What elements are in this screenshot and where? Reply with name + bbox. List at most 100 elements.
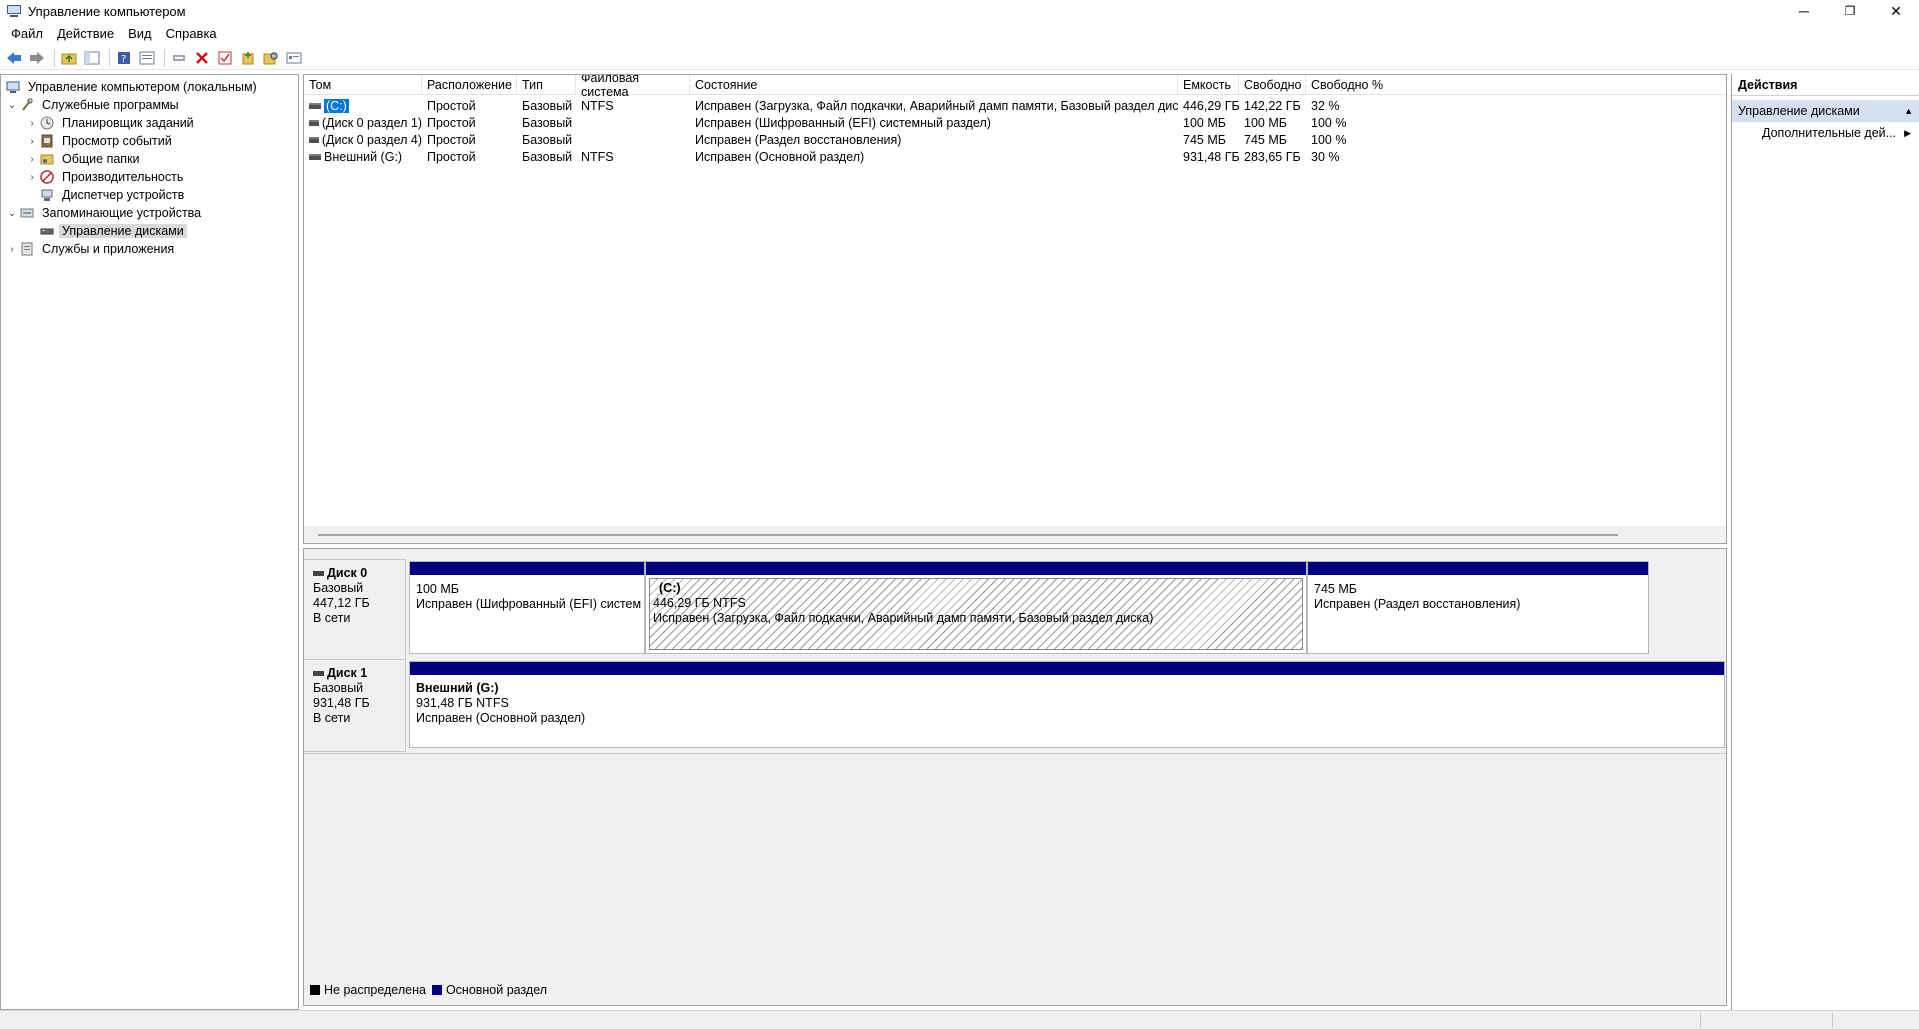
partition-size: 100 МБ bbox=[416, 582, 459, 596]
cell-type: Базовый bbox=[522, 132, 573, 147]
chevron-right-icon[interactable]: › bbox=[25, 172, 39, 183]
minimize-button[interactable]: ─ bbox=[1781, 0, 1827, 22]
tree-item-storage[interactable]: ⌄ Запоминающие устройства bbox=[5, 204, 204, 222]
partition-bar-primary bbox=[410, 662, 1724, 675]
tree-label: Диспетчер устройств bbox=[62, 188, 185, 202]
chevron-down-icon[interactable]: ⌄ bbox=[5, 100, 19, 111]
actions-section-disk-management[interactable]: Управление дисками ▲ bbox=[1732, 100, 1919, 122]
disk-size: 447,12 ГБ bbox=[313, 596, 370, 610]
tree-item-device-manager[interactable]: Диспетчер устройств bbox=[39, 186, 187, 204]
partition-status: Исправен (Раздел восстановления) bbox=[1314, 597, 1521, 611]
table-row[interactable]: (Диск 0 раздел 1) Простой Базовый Исправ… bbox=[304, 114, 1726, 131]
column-header-filesystem[interactable]: Файловая система bbox=[576, 75, 690, 99]
volume-icon bbox=[309, 136, 319, 143]
partition-recovery[interactable]: 745 МБ Исправен (Раздел восстановления) bbox=[1307, 561, 1649, 654]
navigation-tree: Управление компьютером (локальным) ⌄ Слу… bbox=[0, 74, 299, 1010]
partition-body: 100 МБ Исправен (Шифрованный (EFI) систе… bbox=[413, 578, 641, 650]
cell-volume: Внешний (G:) bbox=[304, 148, 422, 165]
close-button[interactable]: ✕ bbox=[1873, 0, 1919, 22]
tree-label: Общие папки bbox=[62, 152, 140, 166]
tree-item-system-tools[interactable]: ⌄ Служебные программы bbox=[5, 96, 182, 114]
back-arrow-icon[interactable] bbox=[4, 48, 24, 68]
chevron-right-icon[interactable]: › bbox=[25, 154, 39, 165]
column-header-type[interactable]: Тип bbox=[517, 75, 576, 95]
cell-filesystem bbox=[576, 131, 690, 148]
column-header-free[interactable]: Свободно bbox=[1239, 75, 1306, 95]
actions-section-label: Управление дисками bbox=[1738, 104, 1860, 118]
forward-arrow-icon[interactable] bbox=[27, 48, 47, 68]
menu-action[interactable]: Действие bbox=[50, 24, 121, 43]
show-hide-tree-icon[interactable] bbox=[82, 48, 102, 68]
tree-label: Служебные программы bbox=[42, 98, 179, 112]
tree-item-task-scheduler[interactable]: › Планировщик заданий bbox=[25, 114, 197, 132]
menu-help[interactable]: Справка bbox=[159, 24, 224, 43]
table-row[interactable]: Внешний (G:) Простой Базовый NTFS Исправ… bbox=[304, 148, 1726, 165]
table-row[interactable]: (Диск 0 раздел 4) Простой Базовый Исправ… bbox=[304, 131, 1726, 148]
table-row[interactable]: (C:) Простой Базовый NTFS Исправен (Загр… bbox=[304, 97, 1726, 114]
tree-label: Производительность bbox=[62, 170, 184, 184]
chevron-right-icon[interactable]: › bbox=[5, 244, 19, 255]
partition-body-selected: (C:) 446,29 ГБ NTFS Исправен (Загрузка, … bbox=[649, 578, 1303, 650]
cell-free: 142,22 ГБ bbox=[1244, 98, 1301, 113]
column-header-status[interactable]: Состояние bbox=[690, 75, 1178, 95]
chevron-right-icon[interactable]: › bbox=[25, 136, 39, 147]
status-segment bbox=[1700, 1013, 1701, 1028]
event-log-icon bbox=[39, 133, 55, 149]
search-icon[interactable] bbox=[261, 48, 281, 68]
partition-status: Исправен (Шифрованный (EFI) системн bbox=[416, 597, 641, 611]
tree-item-performance[interactable]: › Производительность bbox=[25, 168, 186, 186]
partition-c[interactable]: (C:) 446,29 ГБ NTFS Исправен (Загрузка, … bbox=[645, 561, 1307, 654]
column-header-volume[interactable]: Том bbox=[304, 75, 422, 95]
new-icon[interactable] bbox=[238, 48, 258, 68]
help-icon[interactable]: ? bbox=[114, 48, 134, 68]
actions-more-label: Дополнительные дей... bbox=[1762, 126, 1897, 140]
cell-volume: (C:) bbox=[304, 97, 422, 114]
column-header-free-percent[interactable]: Свободно % bbox=[1306, 75, 1386, 95]
properties-icon[interactable] bbox=[137, 48, 157, 68]
cell-filesystem: NTFS bbox=[581, 149, 614, 164]
delete-icon[interactable] bbox=[192, 48, 212, 68]
maximize-button[interactable]: ❐ bbox=[1827, 0, 1873, 22]
tree-item-root[interactable]: Управление компьютером (локальным) bbox=[5, 78, 260, 96]
volume-icon bbox=[309, 153, 321, 160]
disk-state: В сети bbox=[313, 711, 351, 725]
cell-layout: Простой bbox=[427, 132, 476, 147]
partition-bar-primary bbox=[1308, 562, 1648, 575]
actions-more[interactable]: Дополнительные дей... ▶ bbox=[1732, 122, 1919, 144]
partition-g[interactable]: Внешний (G:) 931,48 ГБ NTFS Исправен (Ос… bbox=[409, 661, 1725, 748]
disk-1-label[interactable]: Диск 1 Базовый 931,48 ГБ В сети bbox=[304, 659, 406, 752]
cell-free-percent: 32 % bbox=[1311, 98, 1340, 113]
disk-name-text: Диск 1 bbox=[327, 666, 368, 680]
menu-file[interactable]: Файл bbox=[4, 24, 50, 43]
chevron-down-icon[interactable]: ⌄ bbox=[5, 208, 19, 219]
clock-icon bbox=[39, 115, 55, 131]
up-folder-icon[interactable] bbox=[59, 48, 79, 68]
menu-view[interactable]: Вид bbox=[121, 24, 159, 43]
partition-efi[interactable]: 100 МБ Исправен (Шифрованный (EFI) систе… bbox=[409, 561, 645, 654]
tree-item-disk-management[interactable]: Управление дисками bbox=[39, 222, 187, 240]
check-icon[interactable] bbox=[215, 48, 235, 68]
cell-free: 100 МБ bbox=[1244, 115, 1287, 130]
tree-item-event-viewer[interactable]: › Просмотр событий bbox=[25, 132, 175, 150]
toolbar: ? bbox=[0, 46, 1919, 70]
disk-0-label[interactable]: Диск 0 Базовый 447,12 ГБ В сети bbox=[304, 559, 406, 660]
chevron-right-icon[interactable]: › bbox=[25, 118, 39, 129]
column-header-capacity[interactable]: Емкость bbox=[1178, 75, 1239, 95]
collapse-up-icon[interactable]: ▲ bbox=[1904, 106, 1913, 116]
actions-pane: Действия Управление дисками ▲ Дополнител… bbox=[1731, 74, 1919, 1010]
disk-name-text: Диск 0 bbox=[327, 566, 368, 580]
column-header-layout[interactable]: Расположение bbox=[422, 75, 517, 95]
tree-item-services-apps[interactable]: › Службы и приложения bbox=[5, 240, 177, 258]
toolbar-separator bbox=[109, 48, 110, 67]
cell-capacity: 931,48 ГБ bbox=[1183, 149, 1239, 164]
tools-icon bbox=[19, 97, 35, 113]
partition-body: Внешний (G:) 931,48 ГБ NTFS Исправен (Ос… bbox=[413, 678, 1721, 744]
settings-icon[interactable] bbox=[284, 48, 304, 68]
cell-capacity: 446,29 ГБ bbox=[1183, 98, 1239, 113]
connect-icon[interactable] bbox=[169, 48, 189, 68]
cell-layout: Простой bbox=[427, 149, 476, 164]
cell-layout: Простой bbox=[427, 115, 476, 130]
horizontal-scrollbar-thumb[interactable] bbox=[318, 534, 1618, 536]
volume-icon bbox=[309, 119, 319, 126]
tree-item-shared-folders[interactable]: › Общие папки bbox=[25, 150, 143, 168]
